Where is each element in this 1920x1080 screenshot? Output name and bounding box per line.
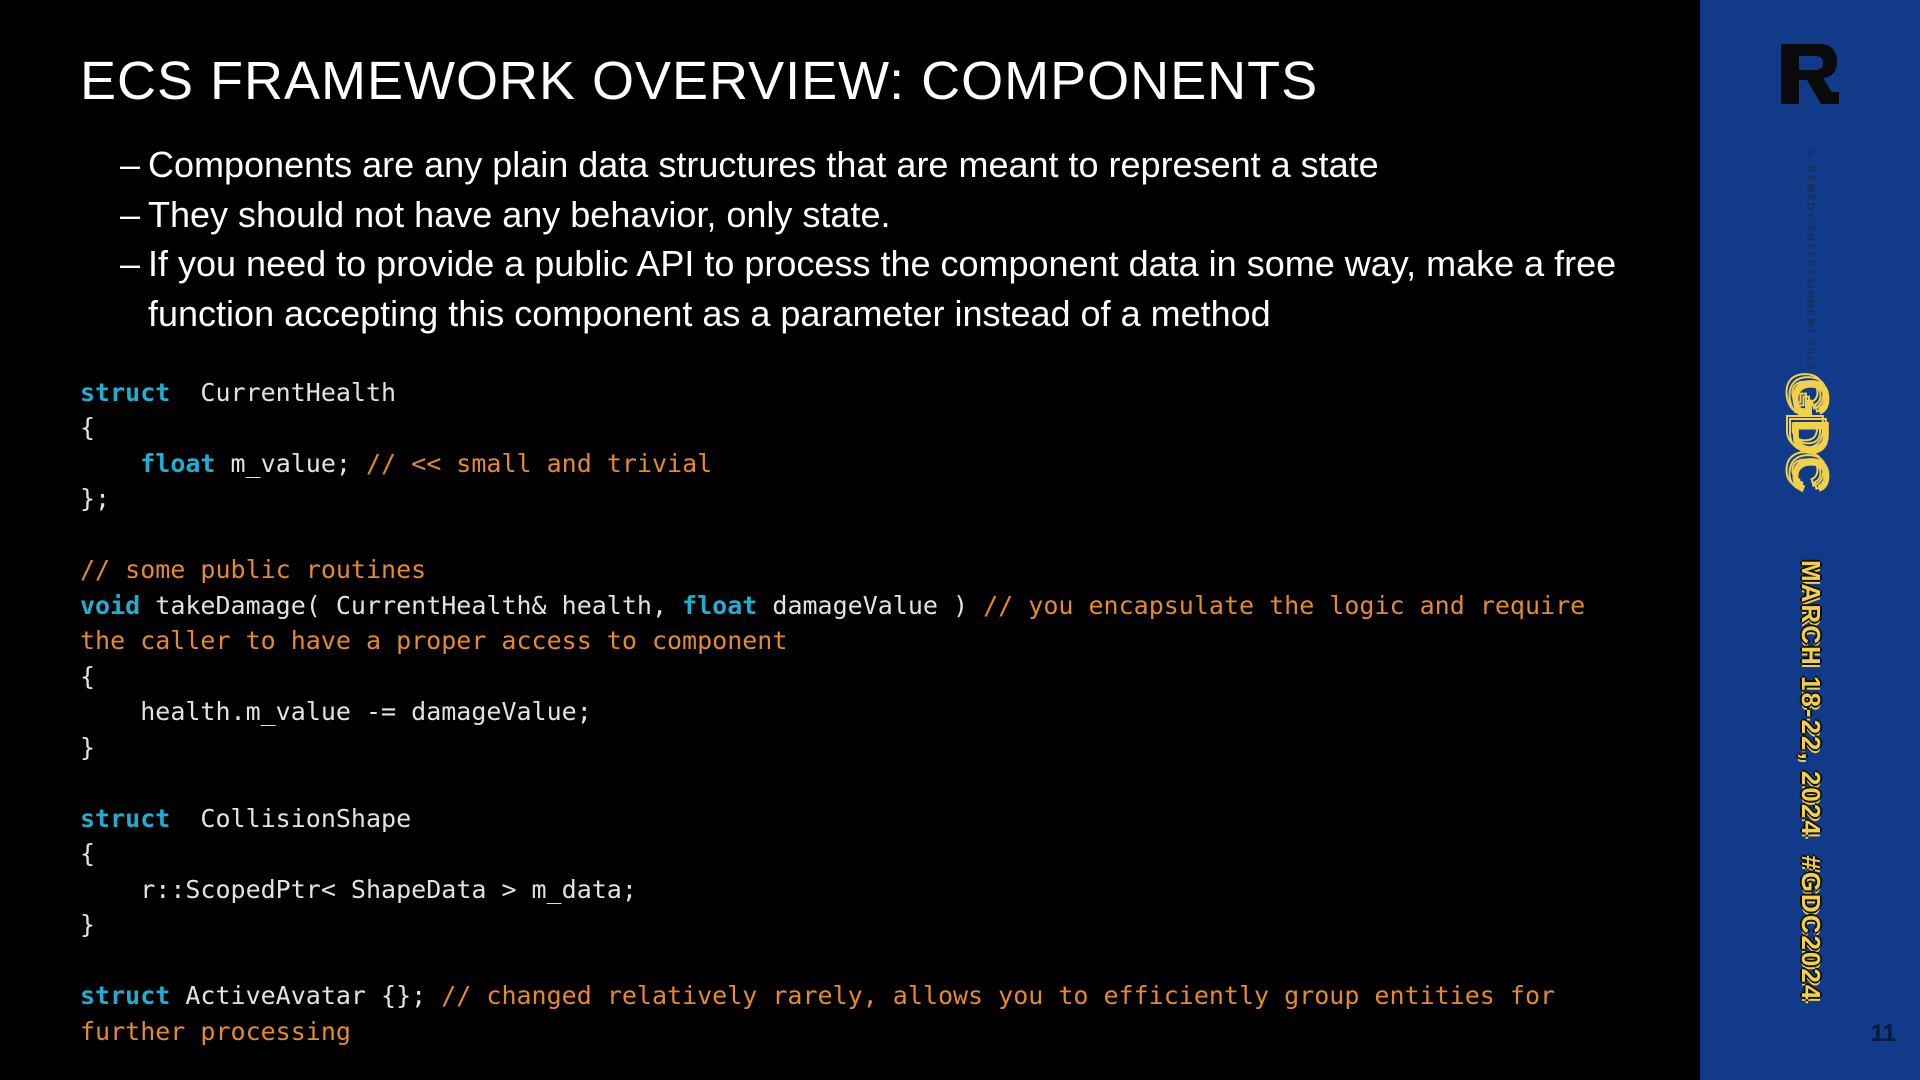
- bullet-item: Components are any plain data structures…: [120, 140, 1620, 190]
- remedy-logo-icon: [1777, 42, 1843, 111]
- page-number: 11: [1871, 1020, 1896, 1048]
- bullet-item: If you need to provide a public API to p…: [120, 239, 1620, 338]
- code-block: struct CurrentHealth { float m_value; //…: [80, 375, 1620, 1050]
- code-keyword: void: [80, 591, 140, 620]
- code-keyword: float: [80, 449, 215, 478]
- bullet-list: Components are any plain data structures…: [120, 140, 1620, 339]
- slide-content: ECS FRAMEWORK OVERVIEW: COMPONENTS Compo…: [0, 0, 1700, 1080]
- code-comment: // << small and trivial: [366, 449, 712, 478]
- slide-title: ECS FRAMEWORK OVERVIEW: COMPONENTS: [80, 50, 1620, 112]
- gdc-logo: GDC GDC GDC: [1784, 378, 1836, 499]
- code-comment: // some public routines: [80, 555, 426, 584]
- event-date-hashtag: MARCH 18-22, 2024 #GDC2024: [1795, 560, 1825, 1001]
- bullet-item: They should not have any behavior, only …: [120, 190, 1620, 240]
- code-keyword: float: [682, 591, 757, 620]
- code-keyword: struct: [80, 981, 170, 1010]
- code-keyword: struct: [80, 378, 170, 407]
- copyright-text: © REMEDY ENTERTAINMENT 2023: [1805, 148, 1816, 371]
- code-keyword: struct: [80, 804, 170, 833]
- slide-sidebar: © REMEDY ENTERTAINMENT 2023 GDC GDC GDC …: [1700, 0, 1920, 1080]
